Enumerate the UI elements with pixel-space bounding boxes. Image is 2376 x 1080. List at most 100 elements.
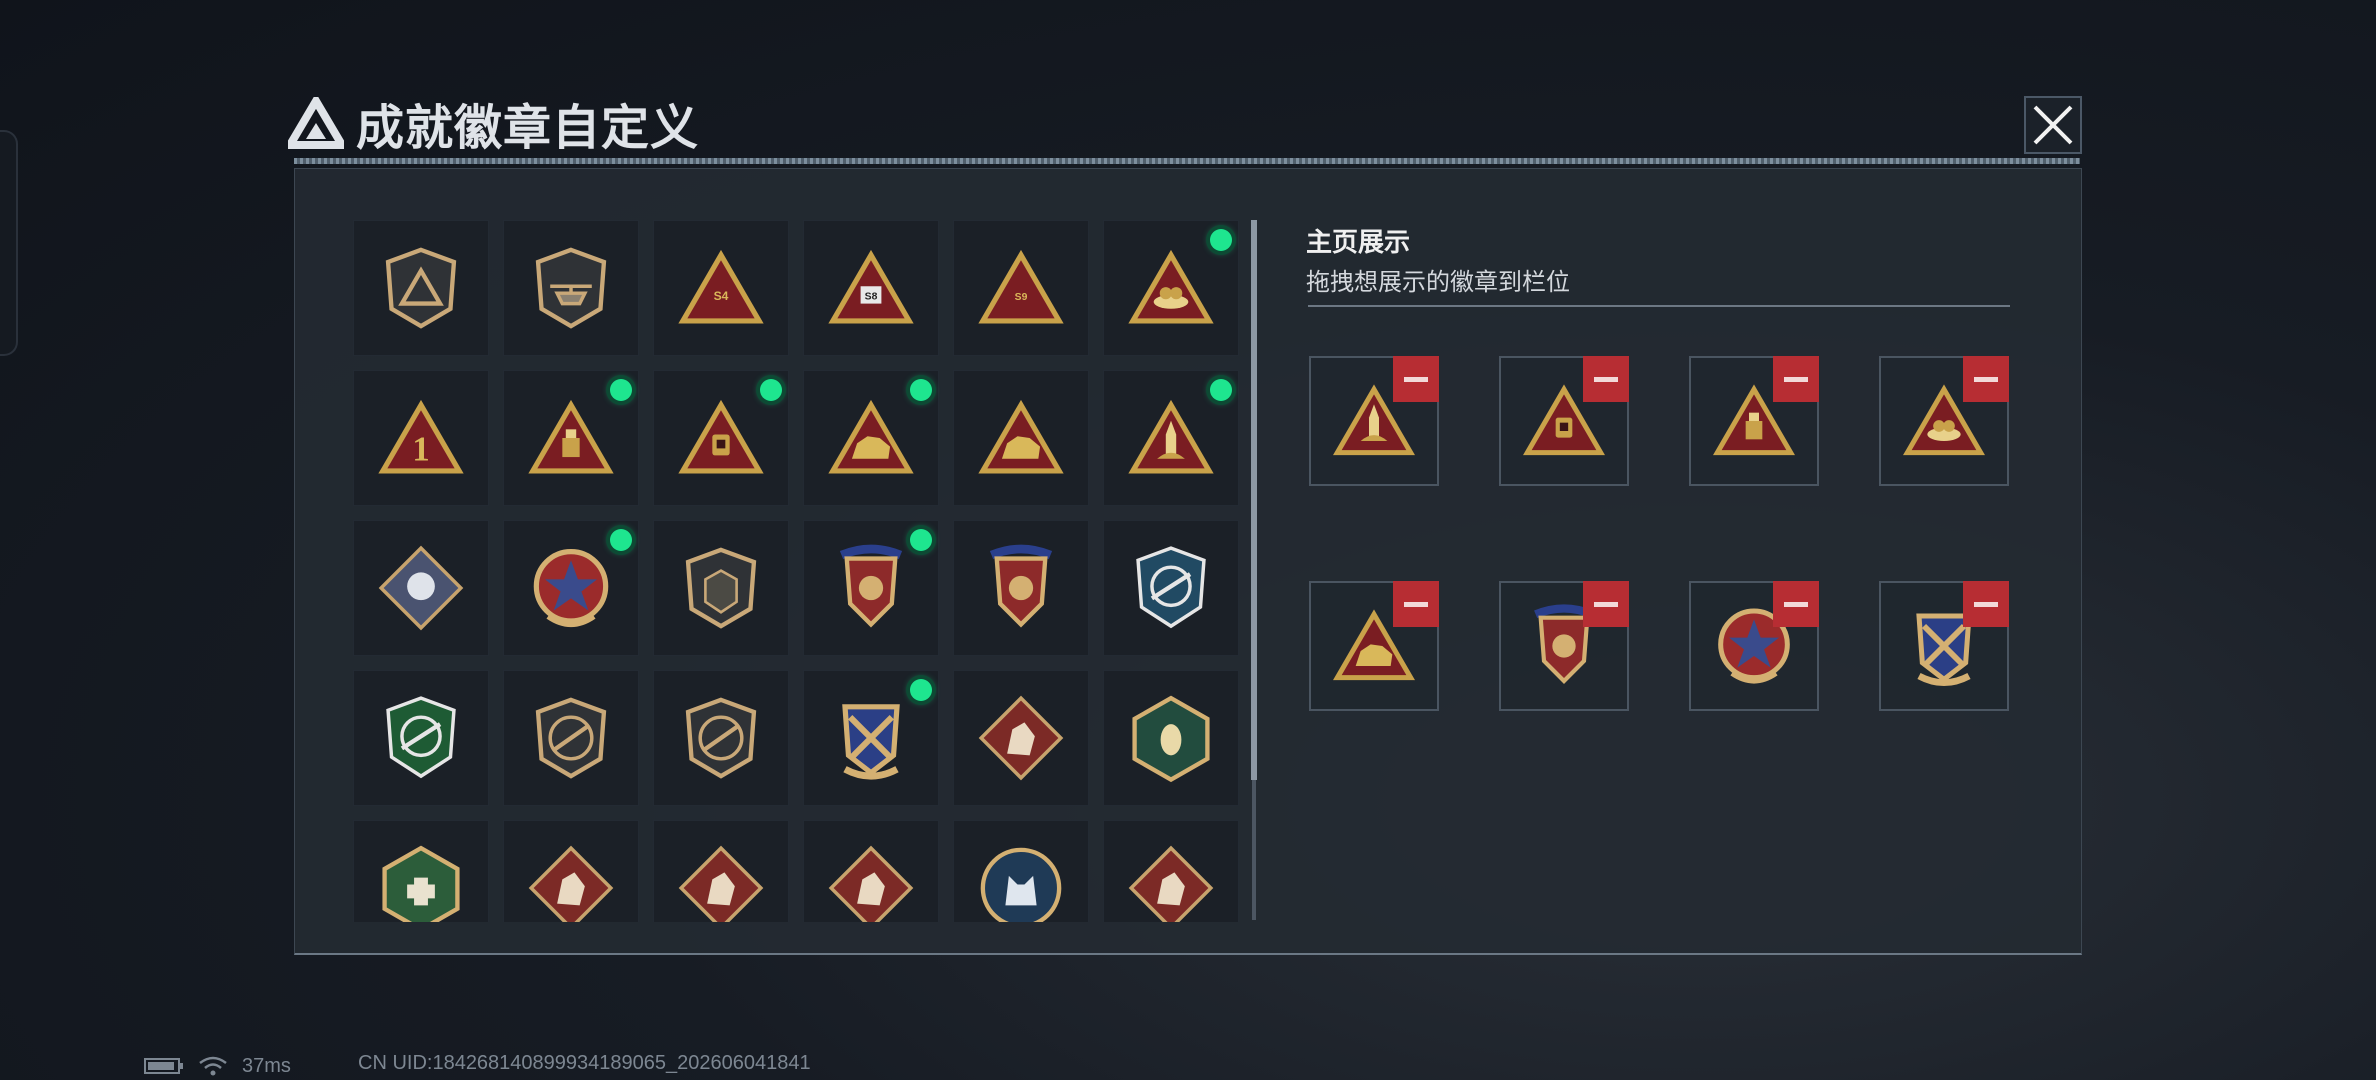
round-star-badge-icon <box>533 549 609 627</box>
badge-cell[interactable] <box>503 520 639 656</box>
wifi-icon <box>199 1056 227 1076</box>
badge-cell[interactable] <box>1103 670 1239 806</box>
badge-cell[interactable]: S8 <box>803 220 939 356</box>
triangle-s9-icon: S9 <box>978 249 1064 324</box>
svg-text:S8: S8 <box>865 291 878 302</box>
equipped-indicator-dot <box>910 679 932 701</box>
equipped-indicator-dot <box>1210 229 1232 251</box>
badge-cell[interactable] <box>353 670 489 806</box>
status-bar: 37ms <box>144 1052 291 1080</box>
diamond-dragon-roar-icon <box>678 845 764 922</box>
round-wolf-icon <box>980 847 1062 922</box>
triangle-beast-icon <box>978 399 1064 474</box>
badge-cell[interactable] <box>503 670 639 806</box>
diamond-wolf-icon <box>978 695 1064 781</box>
crest-eagle-icon <box>839 544 903 628</box>
uid-text: CN UID:184268140899934189065_20260604184… <box>358 1052 811 1074</box>
badge-cell[interactable] <box>1103 820 1239 922</box>
gold-crossed-rifle-icon <box>842 704 900 780</box>
diamond-dragon-icon <box>528 845 614 922</box>
badge-cell[interactable] <box>1103 520 1239 656</box>
shield-triangle-emblem-icon <box>385 247 457 329</box>
badge-cell[interactable] <box>953 820 1089 922</box>
badge-cell[interactable] <box>953 370 1089 506</box>
showcase-slot[interactable] <box>1689 581 1819 711</box>
badge-cell[interactable] <box>653 520 789 656</box>
svg-text:1: 1 <box>412 431 429 469</box>
showcase-slot[interactable] <box>1499 581 1629 711</box>
showcase-slot[interactable] <box>1879 356 2009 486</box>
badge-cell[interactable] <box>803 670 939 806</box>
remove-badge-button[interactable] <box>1393 581 1439 627</box>
triangle-rhino-icon <box>828 399 914 474</box>
showcase-subtitle: 拖拽想展示的徽章到栏位 <box>1306 269 1570 296</box>
close-button[interactable] <box>2024 96 2082 154</box>
badge-cell[interactable] <box>1103 370 1239 506</box>
badge-cell[interactable]: S9 <box>953 220 1089 356</box>
badge-cell[interactable]: 1 <box>353 370 489 506</box>
remove-badge-button[interactable] <box>1963 581 2009 627</box>
remove-badge-button[interactable] <box>1773 581 1819 627</box>
badge-grid: S4 S8 S9 1 <box>353 220 1239 922</box>
triangle-usb-icon <box>528 399 614 474</box>
remove-badge-button[interactable] <box>1583 581 1629 627</box>
diamond-horse-icon <box>1128 845 1214 922</box>
diamond-runner-icon <box>828 845 914 922</box>
equipped-indicator-dot <box>610 379 632 401</box>
equipped-indicator-dot <box>910 529 932 551</box>
battery-icon <box>144 1058 183 1074</box>
svg-text:S9: S9 <box>1015 292 1028 303</box>
showcase-slot[interactable] <box>1499 356 1629 486</box>
crest-dice-icon <box>989 544 1053 628</box>
green-target-rifle-icon <box>386 696 456 779</box>
remove-badge-button[interactable] <box>1583 356 1629 402</box>
badge-cell[interactable] <box>803 370 939 506</box>
triangle-s4-icon: S4 <box>678 249 764 324</box>
equipped-indicator-dot <box>610 529 632 551</box>
showcase-title: 主页展示 <box>1306 227 1411 257</box>
side-drawer-handle[interactable] <box>0 130 18 356</box>
triangle-s8-icon: S8 <box>828 249 914 324</box>
showcase-slot[interactable] <box>1309 356 1439 486</box>
badge-cell[interactable] <box>503 220 639 356</box>
badge-cell[interactable]: S4 <box>653 220 789 356</box>
showcase-slot[interactable] <box>1689 356 1819 486</box>
badge-cell[interactable] <box>953 670 1089 806</box>
badge-cell[interactable] <box>653 670 789 806</box>
app-logo-icon <box>288 97 344 149</box>
header-divider <box>294 158 2080 164</box>
shield-pistol-icon <box>685 697 757 779</box>
badge-cell[interactable] <box>653 820 789 922</box>
badge-cell[interactable] <box>353 520 489 656</box>
badge-cell[interactable] <box>653 370 789 506</box>
triangle-rocket-icon <box>1128 399 1214 474</box>
shield-chevron-icon <box>685 547 757 629</box>
hexagon-hornet-icon <box>1132 695 1210 783</box>
badge-cell[interactable] <box>803 820 939 922</box>
ping-text: 37ms <box>242 1054 291 1077</box>
badge-cell[interactable] <box>503 370 639 506</box>
badge-cell[interactable] <box>803 520 939 656</box>
badge-cell[interactable] <box>353 820 489 922</box>
blue-target-rifle-icon <box>1136 546 1206 629</box>
hexagon-medkit-icon <box>382 845 460 922</box>
svg-text:S4: S4 <box>714 289 729 303</box>
page-title: 成就徽章自定义 <box>356 102 700 155</box>
scrollbar-thumb[interactable] <box>1251 220 1257 780</box>
badge-cell[interactable] <box>1103 220 1239 356</box>
badge-grid-scroll[interactable]: S4 S8 S9 1 <box>353 220 1239 922</box>
remove-badge-button[interactable] <box>1773 356 1819 402</box>
badge-cell[interactable] <box>953 520 1089 656</box>
equipped-indicator-dot <box>910 379 932 401</box>
showcase-slot[interactable] <box>1879 581 2009 711</box>
equipped-indicator-dot <box>760 379 782 401</box>
triangle-nest-icon <box>1128 249 1214 324</box>
badge-cell[interactable] <box>503 820 639 922</box>
badge-cell[interactable] <box>353 220 489 356</box>
triangle-number-one-icon: 1 <box>378 399 464 474</box>
equipped-indicator-dot <box>1210 379 1232 401</box>
showcase-divider <box>1308 305 2010 307</box>
remove-badge-button[interactable] <box>1393 356 1439 402</box>
remove-badge-button[interactable] <box>1963 356 2009 402</box>
showcase-slot[interactable] <box>1309 581 1439 711</box>
